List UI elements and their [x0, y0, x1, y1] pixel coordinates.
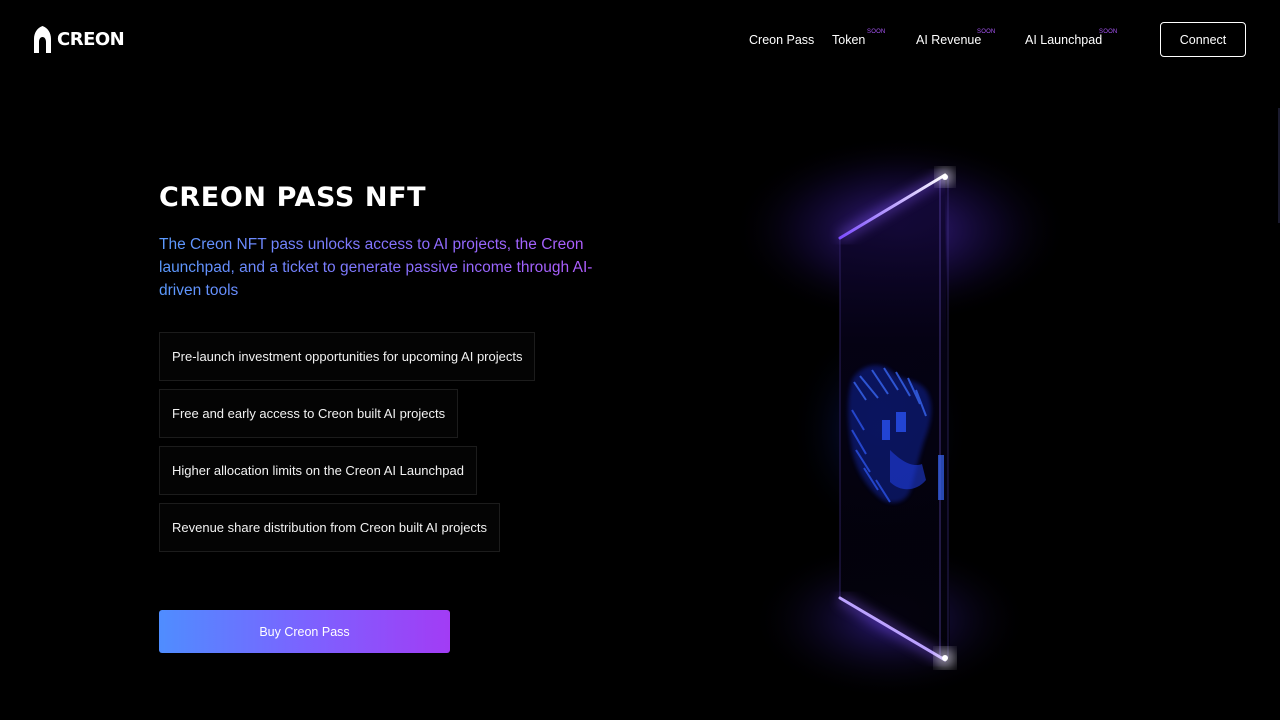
soon-badge: SOON — [867, 29, 886, 35]
nav-item-label: Token — [832, 33, 866, 47]
nav-item-creon-pass[interactable]: Creon Pass — [749, 33, 814, 47]
connect-button[interactable]: Connect — [1160, 22, 1246, 57]
bottom-corner-point — [942, 655, 948, 661]
nav-item-label: AI Launchpad — [1025, 33, 1103, 47]
soon-badge: SOON — [977, 29, 996, 35]
logo[interactable]: CREON — [34, 26, 125, 53]
logo-text: CREON — [57, 29, 125, 50]
nav-item-label: Creon Pass — [749, 33, 815, 47]
buy-creon-pass-button[interactable]: Buy Creon Pass — [159, 610, 450, 653]
top-corner-point — [942, 174, 948, 180]
feature-item: Pre-launch investment opportunities for … — [159, 332, 536, 381]
hero-subtitle: The Creon NFT pass unlocks access to AI … — [159, 233, 604, 302]
feature-item: Revenue share distribution from Creon bu… — [159, 503, 501, 552]
page-title: CREON PASS NFT — [159, 182, 427, 213]
feature-item: Free and early access to Creon built AI … — [159, 389, 459, 438]
nav-item-ai-revenue[interactable]: AI Revenue SOON — [916, 29, 995, 47]
creon-logo-icon — [34, 26, 51, 53]
nav-item-label: AI Revenue — [916, 33, 982, 47]
soon-badge: SOON — [1099, 29, 1118, 35]
nav-item-token[interactable]: Token SOON — [832, 29, 885, 47]
nft-pass-card-illustration — [740, 135, 1070, 700]
page: CREON Creon Pass Token SOON AI Revenue S… — [0, 0, 1280, 720]
nav-item-ai-launchpad[interactable]: AI Launchpad SOON — [1025, 29, 1117, 47]
feature-item: Higher allocation limits on the Creon AI… — [159, 446, 477, 495]
